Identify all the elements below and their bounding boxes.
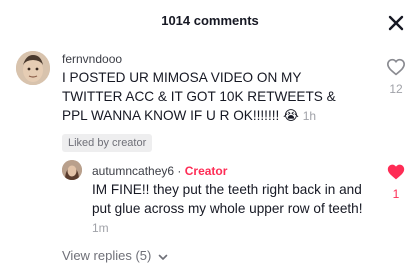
user-avatar-image (16, 51, 50, 85)
comment-text: I POSTED UR MIMOSA VIDEO ON MY TWITTER A… (62, 68, 362, 126)
like-button[interactable]: 12 (384, 58, 408, 96)
close-button[interactable] (384, 11, 408, 35)
avatar[interactable] (62, 160, 82, 180)
reply-username-text: autumncathey6 (92, 164, 175, 178)
creator-badge: Creator (184, 164, 228, 178)
reply-text: IM FINE!! they put the teeth right back … (92, 180, 372, 238)
liked-by-creator-badge: Liked by creator (62, 134, 153, 152)
reply-username[interactable]: autumncathey6 · Creator (92, 164, 227, 178)
chevron-down-icon (158, 254, 168, 260)
comment-body: I POSTED UR MIMOSA VIDEO ON MY TWITTER A… (62, 70, 336, 123)
comment-timestamp: 1h (302, 109, 317, 123)
close-icon (388, 15, 404, 31)
comments-header: 1014 comments (0, 0, 420, 44)
reply-like-button[interactable]: 1 (384, 163, 408, 201)
avatar[interactable] (16, 51, 50, 85)
comment-username[interactable]: fernvndooo (62, 52, 122, 66)
like-count: 12 (389, 82, 403, 96)
reply-like-count: 1 (392, 187, 400, 201)
view-replies-label: View replies (5) (62, 248, 152, 263)
reply-timestamp: 1m (92, 221, 109, 235)
heart-outline-icon (386, 58, 406, 76)
reply-body: IM FINE!! they put the teeth right back … (92, 182, 363, 216)
view-replies-button[interactable]: View replies (5) (62, 248, 169, 263)
username-separator: · (174, 164, 185, 178)
comments-count-title: 1014 comments (161, 13, 259, 28)
user-avatar-image (62, 160, 82, 180)
heart-filled-icon (387, 164, 405, 180)
